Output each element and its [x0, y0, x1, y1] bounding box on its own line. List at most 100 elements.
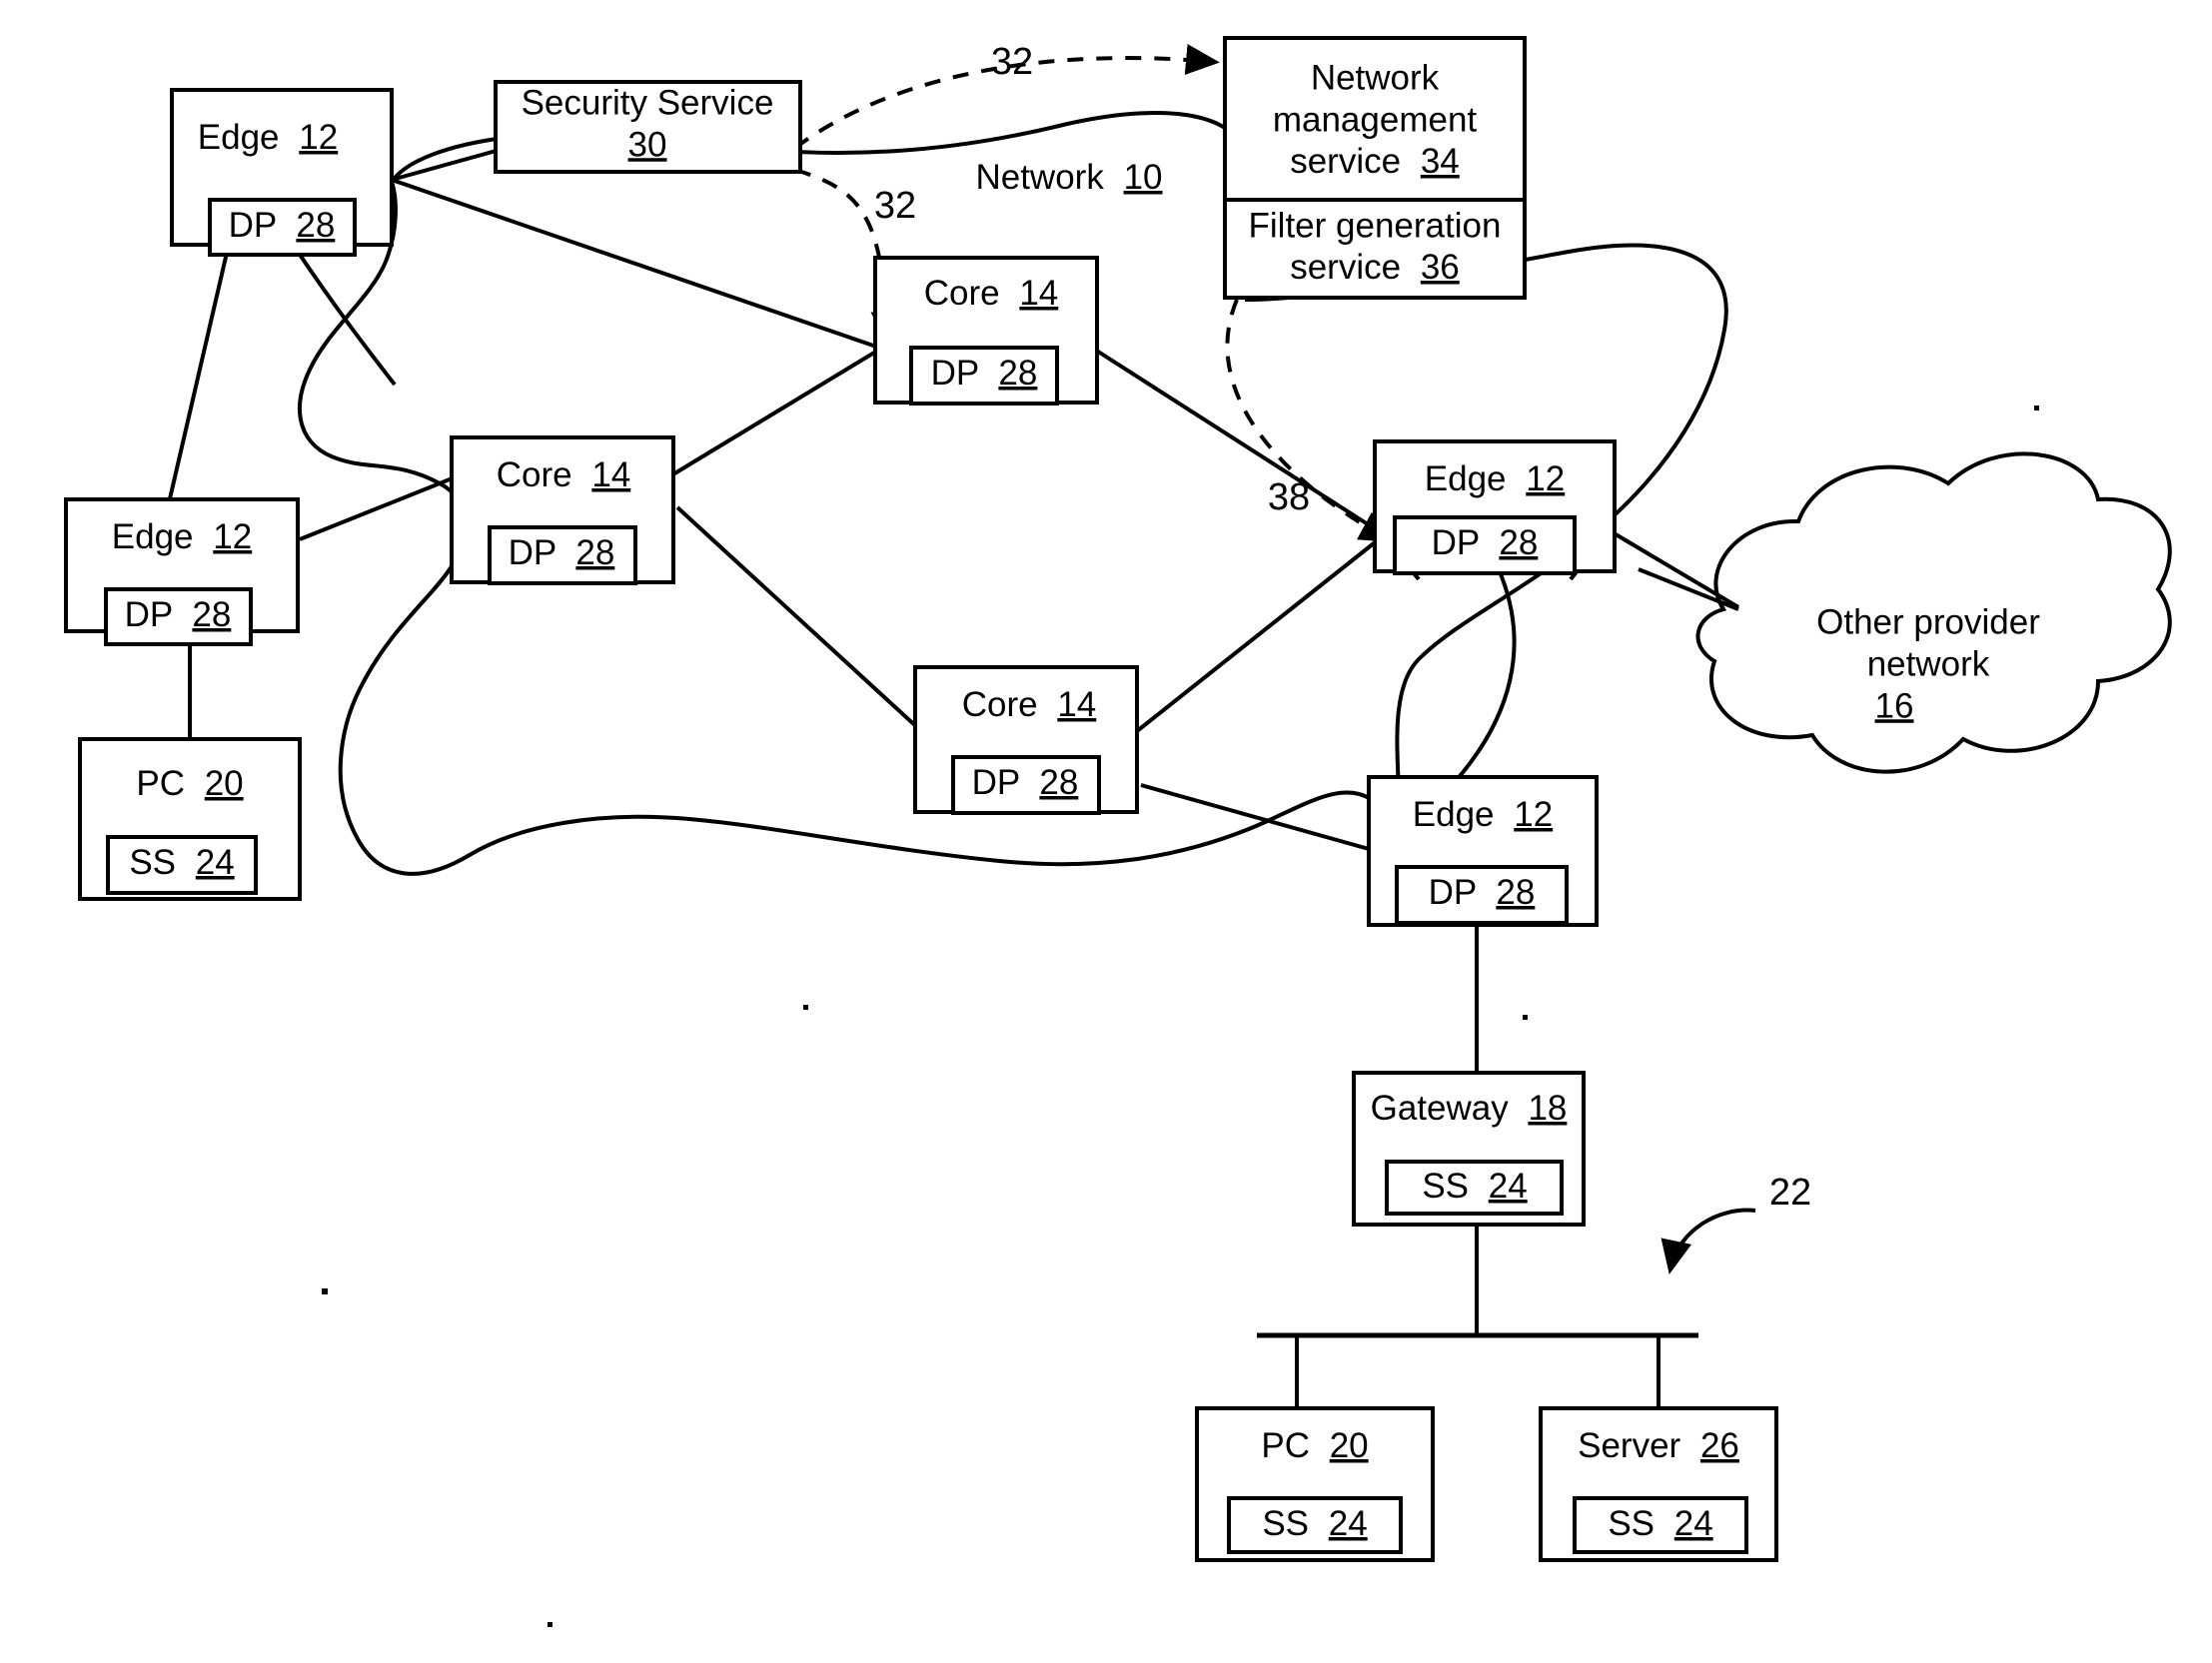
- svg-text:Edge 12: Edge 12: [112, 517, 252, 556]
- fgs-ref: 36: [1421, 248, 1460, 287]
- node-edge-mid-left[interactable]: Edge 12 DP 28: [64, 497, 300, 646]
- svg-text:service 34: service 34: [1290, 142, 1460, 181]
- callout-arrow-22: [1660, 1208, 1756, 1274]
- svg-text:SS 24: SS 24: [1262, 1504, 1367, 1543]
- svg-text:Edge 12: Edge 12: [1425, 459, 1565, 498]
- pc-bottom-inner-ref: 24: [1329, 1504, 1368, 1543]
- core-top-title: Core: [924, 274, 1000, 313]
- server-bottom-ref: 26: [1700, 1426, 1739, 1465]
- svg-text:service 36: service 36: [1290, 248, 1460, 287]
- patent-figure-canvas: Edge 12 DP 28 Edge 12 DP 28 PC 20 SS 24 …: [0, 0, 2212, 1663]
- node-pc-left[interactable]: PC 20 SS 24: [78, 737, 302, 901]
- edge-mid-left-inner-ref: 28: [192, 595, 231, 634]
- pc-bottom-inner-title: SS: [1262, 1504, 1309, 1543]
- svg-text:DP 28: DP 28: [931, 354, 1038, 393]
- network-cloud-ref: 10: [1124, 158, 1163, 197]
- security-service-title: Security Service: [522, 83, 774, 122]
- edge-right-inner-ref: 28: [1499, 523, 1538, 562]
- svg-text:DP 28: DP 28: [229, 206, 336, 245]
- pc-left-title: PC: [136, 764, 185, 803]
- svg-text:DP 28: DP 28: [1432, 523, 1539, 562]
- node-network-management-service[interactable]: Network management service 34 Filter gen…: [1223, 36, 1527, 300]
- edge-mid-left-ref: 12: [213, 517, 252, 556]
- fgs-title-line1: Filter generation: [1249, 206, 1502, 245]
- node-core-top[interactable]: Core 14 DP 28: [873, 256, 1099, 406]
- edge-right-title: Edge: [1425, 459, 1507, 498]
- node-security-service[interactable]: Security Service 30: [494, 80, 802, 174]
- core-left-inner-ref: 28: [575, 533, 614, 572]
- server-bottom-title: Server: [1578, 1426, 1680, 1465]
- core-bottom-inner-ref: 28: [1039, 763, 1078, 802]
- gateway-inner-ref: 24: [1489, 1167, 1528, 1206]
- core-left-title: Core: [497, 455, 572, 494]
- nms-title-line2: management: [1273, 100, 1478, 139]
- node-edge-right[interactable]: Edge 12 DP 28: [1373, 439, 1617, 575]
- gateway-inner-title: SS: [1422, 1167, 1469, 1206]
- nms-ref: 34: [1421, 142, 1460, 181]
- core-bottom-title: Core: [962, 685, 1038, 724]
- nms-title-line1: Network: [1311, 58, 1440, 97]
- other-provider-network-cloud[interactable]: Other provider network 16: [1695, 451, 2172, 774]
- edge-top-left-inner-ref: 28: [296, 206, 335, 245]
- other-provider-line2: network: [1867, 644, 1990, 683]
- callout-22: 22: [1769, 1172, 1811, 1214]
- gateway-ref: 18: [1528, 1089, 1567, 1128]
- svg-text:DP 28: DP 28: [509, 533, 615, 572]
- node-edge-bottom[interactable]: Edge 12 DP 28: [1367, 775, 1599, 927]
- svg-text:DP 28: DP 28: [125, 595, 232, 634]
- svg-text:Core 14: Core 14: [962, 685, 1097, 724]
- callout-38: 38: [1268, 476, 1310, 518]
- network-diagram: Edge 12 DP 28 Edge 12 DP 28 PC 20 SS 24 …: [64, 36, 2172, 1627]
- pc-bottom-title: PC: [1261, 1426, 1310, 1465]
- server-bottom-inner-title: SS: [1608, 1504, 1655, 1543]
- edge-top-left-inner-title: DP: [229, 206, 277, 245]
- edge-top-left-title: Edge: [198, 118, 280, 157]
- node-core-left[interactable]: Core 14 DP 28: [450, 435, 675, 585]
- edge-bottom-inner-ref: 28: [1496, 873, 1535, 912]
- svg-text:Core 14: Core 14: [924, 274, 1059, 313]
- edge-mid-left-title: Edge: [112, 517, 194, 556]
- node-core-bottom[interactable]: Core 14 DP 28: [913, 665, 1139, 815]
- node-pc-bottom[interactable]: PC 20 SS 24: [1195, 1406, 1435, 1562]
- svg-text:DP 28: DP 28: [1429, 873, 1536, 912]
- svg-text:SS 24: SS 24: [129, 843, 234, 882]
- other-provider-line1: Other provider: [1816, 602, 2040, 641]
- callout-32-lower: 32: [874, 185, 916, 227]
- pc-left-inner-ref: 24: [196, 843, 235, 882]
- svg-text:PC 20: PC 20: [136, 764, 243, 803]
- other-provider-ref: 16: [1875, 686, 1914, 725]
- scan-artifacts: [322, 406, 2039, 1627]
- callout-32-top: 32: [991, 41, 1033, 83]
- core-top-inner-ref: 28: [998, 354, 1037, 393]
- svg-text:Gateway 18: Gateway 18: [1371, 1089, 1568, 1128]
- svg-text:Edge 12: Edge 12: [198, 118, 338, 157]
- core-bottom-ref: 14: [1057, 685, 1096, 724]
- svg-text:Network 10: Network 10: [975, 158, 1162, 197]
- network-cloud-label: Network: [975, 158, 1104, 197]
- core-left-inner-title: DP: [509, 533, 556, 572]
- node-edge-top-left[interactable]: Edge 12 DP 28: [170, 88, 394, 257]
- node-server-bottom[interactable]: Server 26 SS 24: [1539, 1406, 1778, 1562]
- pc-bottom-ref: 20: [1330, 1426, 1369, 1465]
- edge-right-ref: 12: [1526, 459, 1565, 498]
- edge-bottom-inner-title: DP: [1429, 873, 1477, 912]
- svg-text:Server 26: Server 26: [1578, 1426, 1739, 1465]
- security-service-ref: 30: [628, 125, 667, 164]
- svg-text:SS 24: SS 24: [1422, 1167, 1527, 1206]
- svg-text:Edge 12: Edge 12: [1413, 795, 1553, 834]
- svg-text:DP 28: DP 28: [972, 763, 1079, 802]
- svg-text:Core 14: Core 14: [497, 455, 631, 494]
- core-top-inner-title: DP: [931, 354, 979, 393]
- core-bottom-inner-title: DP: [972, 763, 1020, 802]
- svg-text:PC 20: PC 20: [1261, 1426, 1368, 1465]
- pc-left-inner-title: SS: [129, 843, 176, 882]
- edge-top-left-ref: 12: [299, 118, 338, 157]
- server-bottom-inner-ref: 24: [1674, 1504, 1713, 1543]
- edge-right-inner-title: DP: [1432, 523, 1480, 562]
- edge-bottom-ref: 12: [1514, 795, 1553, 834]
- nms-title-line3: service: [1290, 142, 1401, 181]
- gateway-title: Gateway: [1371, 1089, 1510, 1128]
- node-gateway[interactable]: Gateway 18 SS 24: [1352, 1071, 1586, 1227]
- core-top-ref: 14: [1019, 274, 1058, 313]
- fgs-title-line2: service: [1290, 248, 1401, 287]
